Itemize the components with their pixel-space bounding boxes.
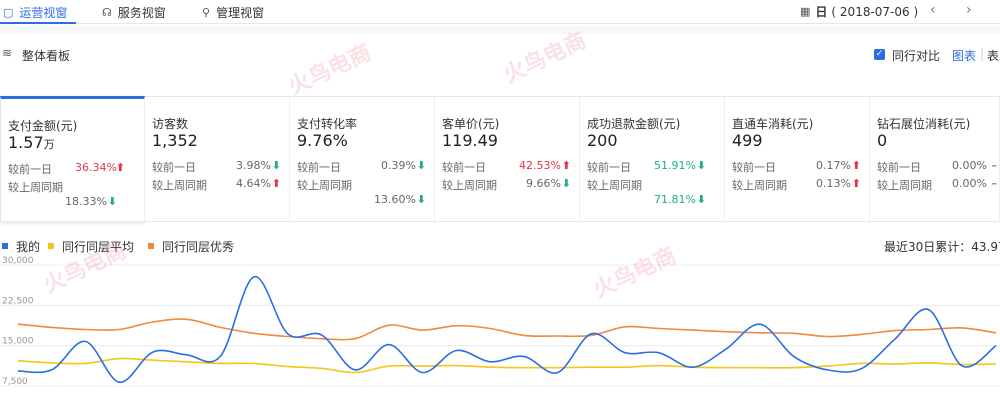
card-week-compare: 13.60% ⬇ [374,193,426,206]
card-week-compare: 较上周同期 4.64% ⬆ [152,177,281,192]
card-conversion-rate[interactable]: 支付转化率 9.76% 较前一日 0.39% ⬇ 较上周同期 13.60% ⬇ [290,96,435,222]
tab-management-label: 管理视窗 [216,5,265,20]
card-name: 访客数 [152,117,189,131]
view-separator: | [980,47,985,61]
card-visitors[interactable]: 访客数 1,352 较前一日 3.98% ⬇ 较上周同期 4.64% ⬆ [145,96,290,222]
card-day-compare: 较前一日 0.39% ⬇ [297,159,426,174]
legend-swatch [2,243,8,249]
arrow-down-icon: ⬇ [416,193,426,206]
arrow-down-icon: ⬇ [696,193,706,206]
legend-peer-best[interactable]: 同行同层优秀 [148,238,234,255]
next-date-icon[interactable]: › [966,2,972,18]
calendar-icon: ▦ [800,5,811,18]
card-week-compare: 较上周同期 9.66% ⬇ [442,177,571,192]
card-value: 0 [877,131,888,150]
legend-swatch [148,243,154,249]
monitor-icon: ▢ [3,5,14,19]
card-value: 119.49 [442,131,498,150]
date-picker[interactable]: ▦ 日 ( 2018-07-06 ) [800,3,918,20]
card-ztc-spend[interactable]: 直通车消耗(元) 499 较前一日 0.17% ⬆ 较上周同期 0.13% ⬆ [725,96,870,222]
headset-icon: ☊ [102,5,112,19]
card-week-compare: 较上周同期 0.13% ⬆ [732,177,861,192]
layers-icon: ≋ [2,46,13,60]
card-value: 1,352 [152,131,198,150]
section-title: 整体看板 [22,49,71,63]
tab-management[interactable]: ⚲ 管理视窗 [202,3,264,21]
card-day-compare: 较前一日 0.17% ⬆ [732,159,861,174]
arrow-down-icon: ⬇ [416,159,426,172]
legend-swatch [48,243,54,249]
y-tick-label: 7,500 [2,377,28,387]
arrow-up-icon: ⬆ [561,159,571,172]
compare-checkbox[interactable]: ✓ [874,49,885,60]
dash-icon: – [991,159,998,172]
watermark: 火鸟电商 [284,40,376,101]
card-week-compare: 71.81% ⬇ [654,193,706,206]
arrow-up-icon: ⬆ [851,177,861,190]
card-value: 499 [732,131,763,150]
tab-service[interactable]: ☊ 服务视窗 [102,3,166,21]
series-line-peer-best [17,318,997,341]
cumulative-summary: 最近30日累计：43.97 [884,240,1000,254]
compare-label: 同行对比 [892,49,941,63]
series-line-mine [17,276,997,383]
series-line-peer-avg [17,357,997,374]
card-name: 成功退款金额(元) [587,117,681,131]
active-tab-indicator [0,22,76,24]
card-avg-order-value[interactable]: 客单价(元) 119.49 较前一日 42.53% ⬆ 较上周同期 9.66% … [435,96,580,222]
view-chart-toggle[interactable]: 图表 [952,47,976,64]
card-diamond-spend[interactable]: 钻石展位消耗(元) 0 较前一日 0.00% – 较上周同期 0.00% – [870,96,1000,222]
metric-cards: 支付金额(元) 1.57万 较前一日 36.34% ⬆ 较上周同期 18.33%… [0,96,1000,222]
card-day-compare: 较前一日 3.98% ⬇ [152,159,281,174]
card-day-compare: 较前一日 42.53% ⬆ [442,159,571,174]
card-value: 9.76% [297,131,348,150]
arrow-down-icon: ⬇ [696,159,706,172]
card-value: 1.57万 [8,133,55,152]
tab-service-label: 服务视窗 [117,5,166,20]
prev-date-icon[interactable]: ‹ [930,2,936,18]
card-week-compare-label: 较上周同期 [8,181,63,194]
card-name: 客单价(元) [442,117,500,131]
card-refund-amount[interactable]: 成功退款金额(元) 200 较前一日 51.91% ⬇ 较上周同期 71.81%… [580,96,725,222]
arrow-up-icon: ⬆ [851,159,861,172]
arrow-down-icon: ⬇ [561,177,571,190]
date-value: ( 2018-07-06 ) [831,4,919,19]
section-header: ≋ 整体看板 ✓ 同行对比 图表 | 表 [0,46,1000,66]
card-week-compare: 18.33% ⬇ [65,195,117,208]
toolbar-strip [0,26,1000,34]
arrow-up-icon: ⬆ [115,161,125,174]
card-name: 支付转化率 [297,117,358,131]
card-name: 钻石展位消耗(元) [877,117,971,131]
dash-icon: – [991,177,998,190]
y-tick-label: 30,000 [2,256,34,266]
arrow-down-icon: ⬇ [107,195,117,208]
y-tick-label: 22,500 [2,296,34,306]
y-tick-label: 15,000 [2,337,34,347]
top-tab-bar: ▢ 运营视窗 ☊ 服务视窗 ⚲ 管理视窗 ▦ 日 ( 2018-07-06 ) … [0,0,1000,24]
view-table-toggle[interactable]: 表 [987,47,999,64]
date-period: 日 [815,5,828,19]
arrow-down-icon: ⬇ [271,159,281,172]
legend-mine[interactable]: 我的 [2,238,40,255]
trend-chart: 30,000 22,500 15,000 7,500 [0,256,1000,387]
arrow-up-icon: ⬆ [271,177,281,190]
card-value: 200 [587,131,618,150]
card-name: 支付金额(元) [8,119,78,133]
tag-icon: ⚲ [202,5,211,19]
card-day-compare: 较前一日 0.00% – [877,159,998,174]
card-name: 直通车消耗(元) [732,117,814,131]
card-week-compare: 较上周同期 0.00% – [877,177,998,192]
tab-operation[interactable]: ▢ 运营视窗 [3,3,67,21]
card-day-compare: 较前一日 51.91% ⬇ [587,159,706,174]
card-week-compare-label: 较上周同期 [587,179,642,192]
tab-operation-label: 运营视窗 [19,5,68,20]
card-week-compare-label: 较上周同期 [297,179,352,192]
card-day-compare: 较前一日 36.34% ⬆ [8,161,125,176]
card-payment-amount[interactable]: 支付金额(元) 1.57万 较前一日 36.34% ⬆ 较上周同期 18.33%… [0,96,145,222]
legend-peer-avg[interactable]: 同行同层平均 [48,238,134,255]
